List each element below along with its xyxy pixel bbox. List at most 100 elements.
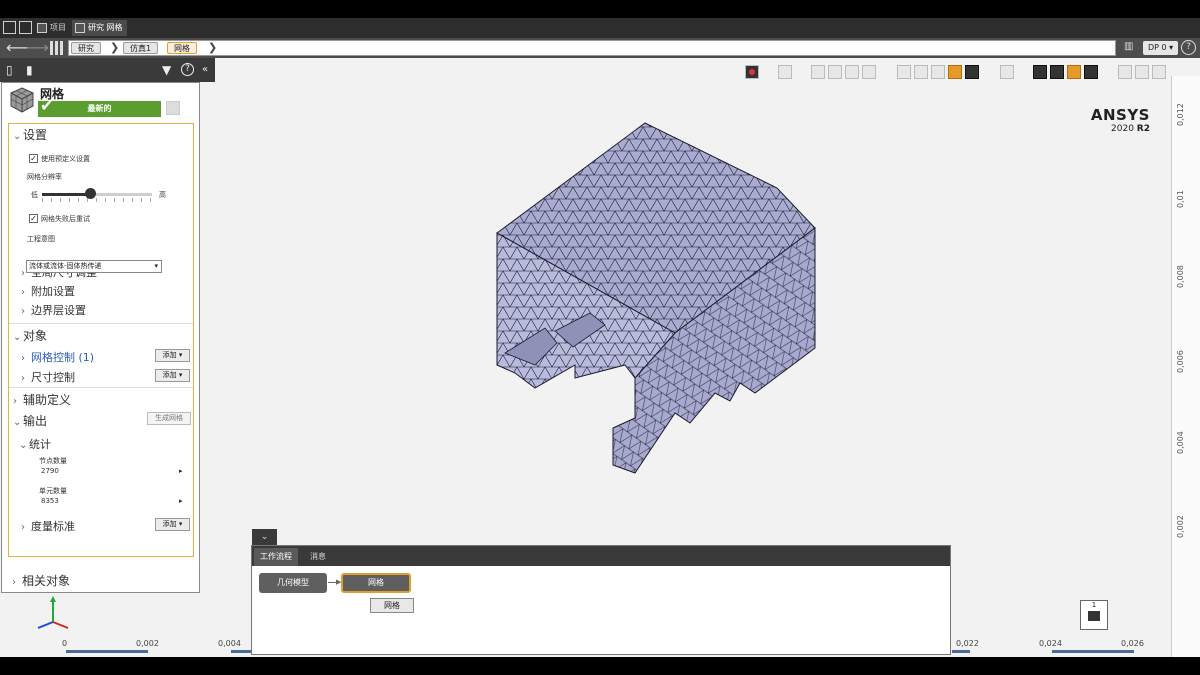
ruler-label: 0,002 bbox=[136, 639, 159, 648]
expand-arrow-icon[interactable]: ▸ bbox=[179, 467, 183, 475]
breadcrumb-study[interactable]: 研究 bbox=[71, 42, 101, 54]
related-objects-header[interactable]: › 相关对象 bbox=[12, 572, 70, 589]
node-tooltip: 网格 bbox=[370, 598, 414, 613]
engineering-intent-select[interactable]: 流体或流体-固体热传递 ▾ bbox=[26, 260, 162, 273]
view-cube[interactable]: 1 bbox=[1080, 600, 1108, 630]
select-vertex-icon[interactable] bbox=[897, 65, 911, 79]
additional-settings-section[interactable]: › 附加设置 bbox=[21, 283, 75, 299]
workflow-node-mesh[interactable]: 网格 bbox=[341, 573, 411, 593]
chevron-right-icon: › bbox=[21, 287, 25, 298]
project-icon bbox=[37, 23, 47, 33]
tab-study-mesh[interactable]: 研究 网格 bbox=[72, 20, 127, 36]
breadcrumb-separator-icon: ❯ bbox=[208, 41, 218, 54]
output-header[interactable]: ⌄ 输出 bbox=[13, 412, 47, 429]
home-view-icon bbox=[1088, 611, 1100, 621]
resolution-high-label: 高 bbox=[159, 191, 166, 199]
use-preset-checkbox[interactable]: ✓ bbox=[29, 154, 38, 163]
add-size-control-button[interactable]: 添加 ▾ bbox=[155, 369, 190, 382]
layout-icon[interactable] bbox=[19, 21, 32, 34]
chevron-right-icon: › bbox=[12, 577, 16, 588]
aux-definition-header[interactable]: › 辅助定义 bbox=[13, 391, 71, 408]
tab-project[interactable]: 项目 bbox=[34, 20, 70, 36]
expand-arrow-icon[interactable]: ▸ bbox=[179, 497, 183, 505]
workflow-panel: 工作流程 消息 几何模型 ▶ 网格 网格 bbox=[251, 545, 951, 655]
tab-messages[interactable]: 消息 bbox=[304, 548, 332, 566]
transparency-icon[interactable] bbox=[1084, 65, 1098, 79]
chevron-right-icon: › bbox=[21, 373, 25, 384]
select-all-icon[interactable] bbox=[965, 65, 979, 79]
design-point-select[interactable]: DP 0 ▾ bbox=[1143, 41, 1179, 55]
zoom-in-icon[interactable] bbox=[1118, 65, 1132, 79]
generate-mesh-button[interactable]: 生成网格 bbox=[147, 412, 191, 425]
resolution-low-label: 低 bbox=[31, 191, 38, 199]
objects-header[interactable]: ⌄ 对象 bbox=[13, 327, 47, 344]
menu-icon[interactable] bbox=[3, 21, 16, 34]
axis-triad bbox=[28, 594, 78, 634]
apps-grid-icon[interactable] bbox=[50, 41, 64, 55]
ruler-label: 0,008 bbox=[1176, 265, 1185, 288]
size-control-item[interactable]: › 尺寸控制 bbox=[21, 369, 75, 385]
breadcrumb-simulation[interactable]: 仿真1 bbox=[123, 42, 159, 54]
workflow-collapse-button[interactable]: ⌄ bbox=[252, 529, 277, 545]
tab-workflow[interactable]: 工作流程 bbox=[254, 548, 298, 566]
forward-arrow-icon[interactable]: ⟶ bbox=[26, 39, 49, 57]
statistics-header[interactable]: ⌄ 统计 bbox=[19, 436, 51, 452]
help-icon[interactable]: ? bbox=[1181, 40, 1196, 55]
filter-icon[interactable]: ▼ bbox=[162, 63, 171, 77]
study-icon bbox=[75, 23, 85, 33]
parameters-icon[interactable]: ▥ bbox=[1124, 41, 1136, 54]
fit-view-icon[interactable] bbox=[1033, 65, 1047, 79]
boundary-layer-section[interactable]: › 边界层设置 bbox=[21, 302, 86, 318]
ruler-label: 0 bbox=[62, 639, 68, 648]
zoom-out-icon[interactable] bbox=[1135, 65, 1149, 79]
section-view-icon[interactable] bbox=[1050, 65, 1064, 79]
retry-checkbox[interactable]: ✓ bbox=[29, 214, 38, 223]
mesh-cube-icon bbox=[10, 87, 34, 113]
divider bbox=[9, 387, 193, 388]
select-body-icon[interactable] bbox=[948, 65, 962, 79]
pan-icon[interactable] bbox=[1152, 65, 1166, 79]
select-icon[interactable] bbox=[811, 65, 825, 79]
ruler-label: 0,022 bbox=[956, 639, 979, 648]
settings-group: ⌄ 设置 ✓ 使用预定义设置 网格分辨率 低 高 ✓ 网格失败后重试 工程意图 ›… bbox=[8, 123, 194, 557]
top-tab-bar: 项目 研究 网格 bbox=[0, 18, 1200, 38]
flash-icon[interactable] bbox=[778, 65, 792, 79]
checkmark-icon: ✔ bbox=[40, 96, 54, 115]
ruler-label: 0,004 bbox=[218, 639, 241, 648]
ruler-bar bbox=[231, 650, 251, 653]
ansys-logo: ANSYS 2020 R2 bbox=[1090, 106, 1150, 134]
ruler-label: 0,01 bbox=[1176, 190, 1185, 208]
navigation-bar: ⟵ ⟶ 研究 ❯ 仿真1 ❯ 网格 ❯ ▥ DP 0 ▾ ? bbox=[0, 38, 1200, 58]
record-icon[interactable] bbox=[745, 65, 759, 79]
use-preset-label: 使用预定义设置 bbox=[41, 155, 90, 163]
element-count-label: 单元数量 bbox=[39, 487, 67, 495]
chevron-down-icon: ▾ bbox=[154, 262, 158, 270]
select-box-icon[interactable] bbox=[828, 65, 842, 79]
select-edge-icon[interactable] bbox=[914, 65, 928, 79]
copy-icon[interactable]: ▯ bbox=[6, 63, 13, 77]
breadcrumb-mesh[interactable]: 网格 bbox=[167, 42, 197, 54]
vertical-ruler: 0,012 0,01 0,008 0,006 0,004 0,002 bbox=[1171, 76, 1200, 657]
collapse-panel-icon[interactable]: « bbox=[202, 63, 208, 77]
ruler-label: 0,006 bbox=[1176, 350, 1185, 373]
select-face-icon[interactable] bbox=[931, 65, 945, 79]
show-mesh-icon[interactable] bbox=[1067, 65, 1081, 79]
trash-icon[interactable]: ▮ bbox=[26, 63, 33, 77]
settings-header[interactable]: ⌄ 设置 bbox=[13, 126, 47, 143]
resolution-slider-track[interactable] bbox=[42, 193, 152, 196]
divider bbox=[9, 323, 193, 324]
add-mesh-control-button[interactable]: 添加 ▾ bbox=[155, 349, 190, 362]
help-icon[interactable]: ? bbox=[181, 63, 194, 76]
mesh-control-item[interactable]: › 网格控制 (1) bbox=[21, 349, 94, 365]
mesh-model[interactable] bbox=[475, 103, 835, 483]
update-icon[interactable] bbox=[166, 101, 180, 115]
chevron-right-icon: › bbox=[21, 306, 25, 317]
workflow-node-geometry[interactable]: 几何模型 bbox=[259, 573, 327, 593]
measure-icon[interactable] bbox=[1000, 65, 1014, 79]
panel-toolbar: ▯ ▮ ▼ ? « bbox=[0, 58, 215, 82]
select-paint-icon[interactable] bbox=[862, 65, 876, 79]
select-lasso-icon[interactable] bbox=[845, 65, 859, 79]
axis-triad-icon bbox=[37, 596, 69, 629]
metric-section[interactable]: › 度量标准 bbox=[21, 518, 75, 534]
add-metric-button[interactable]: 添加 ▾ bbox=[155, 518, 190, 531]
